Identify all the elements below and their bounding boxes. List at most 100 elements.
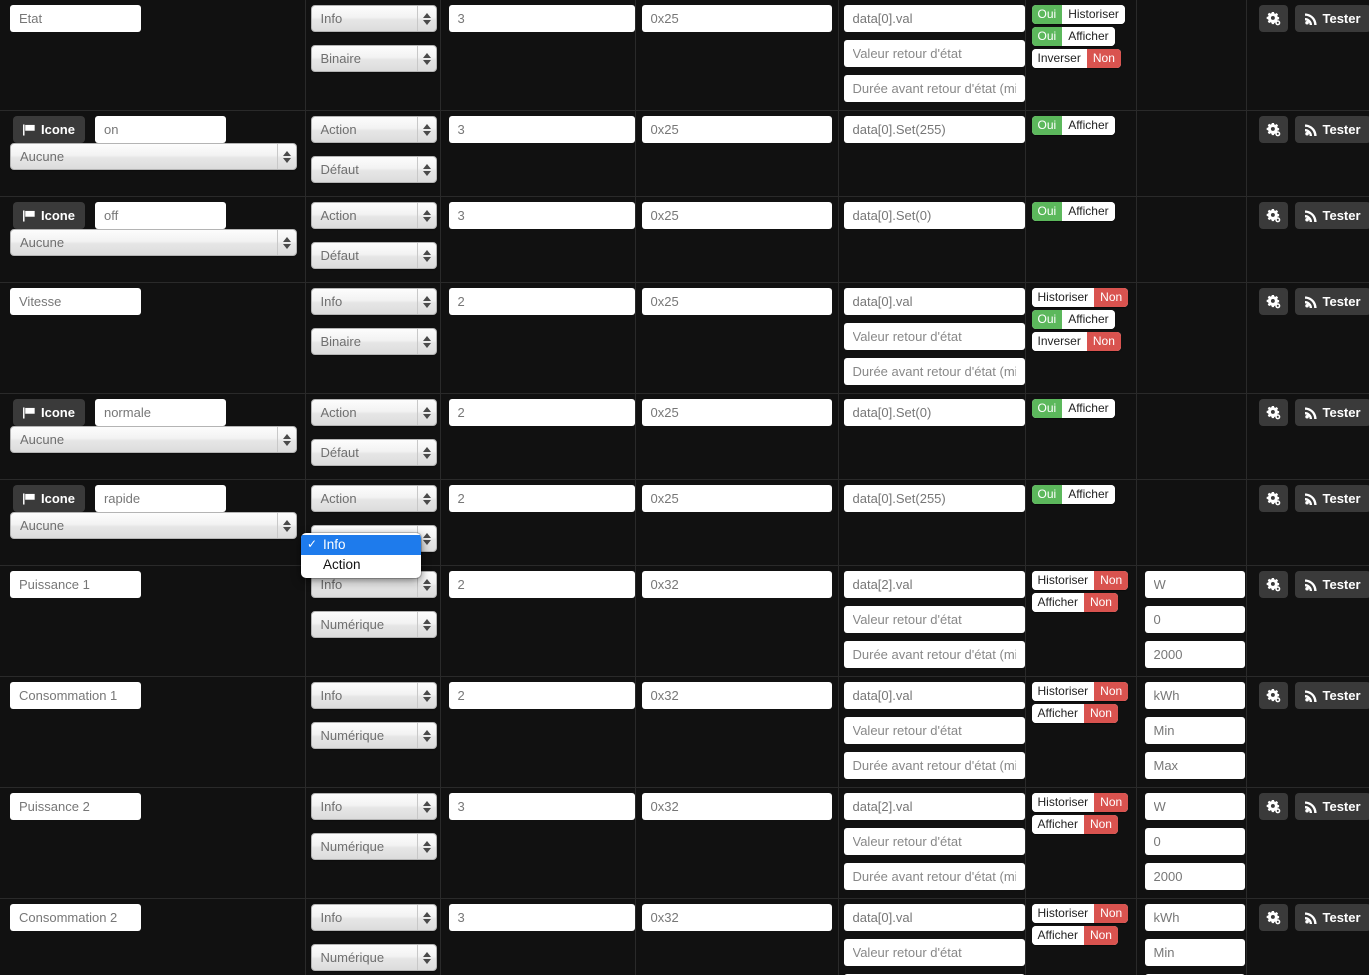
- request-input[interactable]: [843, 116, 1025, 143]
- address-input[interactable]: [641, 116, 832, 143]
- stepper-icon[interactable]: [416, 945, 436, 970]
- request-input[interactable]: [843, 571, 1025, 598]
- return-value-input[interactable]: [843, 717, 1025, 744]
- icon-select[interactable]: Aucune: [10, 512, 297, 539]
- return-delay-input[interactable]: [843, 358, 1025, 385]
- unit-input-0[interactable]: [1144, 904, 1245, 931]
- type-select[interactable]: Info: [310, 793, 437, 820]
- return-delay-input[interactable]: [843, 752, 1025, 779]
- type-select[interactable]: Action: [310, 485, 437, 512]
- request-input[interactable]: [843, 682, 1025, 709]
- test-button[interactable]: Tester: [1294, 904, 1369, 931]
- stepper-icon[interactable]: [277, 230, 296, 255]
- request-input[interactable]: [843, 485, 1025, 512]
- type-select[interactable]: Info: [310, 5, 437, 32]
- command-name-input[interactable]: [10, 288, 141, 315]
- subtype-select[interactable]: Numérique: [310, 611, 437, 638]
- configure-button[interactable]: [1258, 904, 1288, 931]
- badge-historiser[interactable]: Historiser Non: [1031, 571, 1129, 590]
- address-input[interactable]: [641, 399, 832, 426]
- address-input[interactable]: [641, 288, 832, 315]
- unit-input-0[interactable]: [1144, 793, 1245, 820]
- test-button[interactable]: Tester: [1294, 288, 1369, 315]
- return-delay-input[interactable]: [843, 75, 1025, 102]
- subtype-select[interactable]: Défaut: [310, 242, 437, 269]
- stepper-icon[interactable]: [416, 834, 436, 859]
- type-select[interactable]: Info: [310, 682, 437, 709]
- return-value-input[interactable]: [843, 606, 1025, 633]
- test-button[interactable]: Tester: [1294, 571, 1369, 598]
- badge-afficher[interactable]: Afficher Non: [1031, 704, 1118, 723]
- stepper-icon[interactable]: [416, 723, 436, 748]
- stepper-icon[interactable]: [416, 794, 436, 819]
- icon-value-input[interactable]: [94, 485, 226, 512]
- stepper-icon[interactable]: [416, 6, 436, 31]
- test-button[interactable]: Tester: [1294, 793, 1369, 820]
- badge-afficher[interactable]: Oui Afficher: [1031, 310, 1115, 329]
- badge-historiser[interactable]: Historiser Non: [1031, 904, 1129, 923]
- address-input[interactable]: [641, 904, 832, 931]
- badge-inverser[interactable]: Inverser Non: [1031, 49, 1121, 68]
- command-name-input[interactable]: [10, 571, 141, 598]
- badge-historiser[interactable]: Historiser Non: [1031, 682, 1129, 701]
- slave-num-input[interactable]: [448, 904, 635, 931]
- type-select[interactable]: Action: [310, 399, 437, 426]
- address-input[interactable]: [641, 5, 832, 32]
- stepper-icon[interactable]: [416, 203, 436, 228]
- command-name-input[interactable]: [10, 5, 141, 32]
- slave-num-input[interactable]: [448, 116, 635, 143]
- icon-value-input[interactable]: [94, 399, 226, 426]
- subtype-select[interactable]: Numérique: [310, 944, 437, 971]
- icon-value-input[interactable]: [94, 116, 226, 143]
- unit-input-0[interactable]: [1144, 682, 1245, 709]
- configure-button[interactable]: [1258, 202, 1288, 229]
- return-delay-input[interactable]: [843, 641, 1025, 668]
- test-button[interactable]: Tester: [1294, 485, 1369, 512]
- stepper-icon[interactable]: [416, 683, 436, 708]
- stepper-icon[interactable]: [416, 905, 436, 930]
- subtype-select[interactable]: Défaut: [310, 156, 437, 183]
- return-value-input[interactable]: [843, 40, 1025, 67]
- unit-input-0[interactable]: [1144, 571, 1245, 598]
- return-value-input[interactable]: [843, 939, 1025, 966]
- slave-num-input[interactable]: [448, 5, 635, 32]
- stepper-icon[interactable]: [416, 243, 436, 268]
- type-select[interactable]: Action: [310, 116, 437, 143]
- command-name-input[interactable]: [10, 793, 141, 820]
- slave-num-input[interactable]: [448, 288, 635, 315]
- command-name-input[interactable]: [10, 682, 141, 709]
- address-input[interactable]: [641, 485, 832, 512]
- icon-value-input[interactable]: [94, 202, 226, 229]
- icon-select[interactable]: Aucune: [10, 426, 297, 453]
- address-input[interactable]: [641, 571, 832, 598]
- return-delay-input[interactable]: [843, 863, 1025, 890]
- badge-afficher[interactable]: Oui Afficher: [1031, 399, 1115, 418]
- subtype-select[interactable]: Binaire: [310, 45, 437, 72]
- unit-input-1[interactable]: [1144, 939, 1245, 966]
- icone-button[interactable]: Icone: [13, 202, 85, 229]
- address-input[interactable]: [641, 202, 832, 229]
- stepper-icon[interactable]: [416, 612, 436, 637]
- badge-historiser[interactable]: Historiser Non: [1031, 793, 1129, 812]
- stepper-icon[interactable]: [416, 329, 436, 354]
- icon-select[interactable]: Aucune: [10, 143, 297, 170]
- badge-inverser[interactable]: Inverser Non: [1031, 332, 1121, 351]
- return-value-input[interactable]: [843, 828, 1025, 855]
- stepper-icon[interactable]: [416, 440, 436, 465]
- icon-select[interactable]: Aucune: [10, 229, 297, 256]
- request-input[interactable]: [843, 202, 1025, 229]
- configure-button[interactable]: [1258, 485, 1288, 512]
- slave-num-input[interactable]: [448, 682, 635, 709]
- unit-input-2[interactable]: [1144, 641, 1245, 668]
- test-button[interactable]: Tester: [1294, 399, 1369, 426]
- type-select[interactable]: Info: [310, 288, 437, 315]
- badge-afficher[interactable]: Oui Afficher: [1031, 202, 1115, 221]
- subtype-select[interactable]: Numérique: [310, 722, 437, 749]
- stepper-icon[interactable]: [277, 427, 296, 452]
- badge-afficher[interactable]: Oui Afficher: [1031, 27, 1115, 46]
- badge-historiser[interactable]: Historiser Non: [1031, 288, 1129, 307]
- configure-button[interactable]: [1258, 116, 1288, 143]
- badge-afficher[interactable]: Afficher Non: [1031, 926, 1118, 945]
- badge-afficher[interactable]: Oui Afficher: [1031, 485, 1115, 504]
- slave-num-input[interactable]: [448, 793, 635, 820]
